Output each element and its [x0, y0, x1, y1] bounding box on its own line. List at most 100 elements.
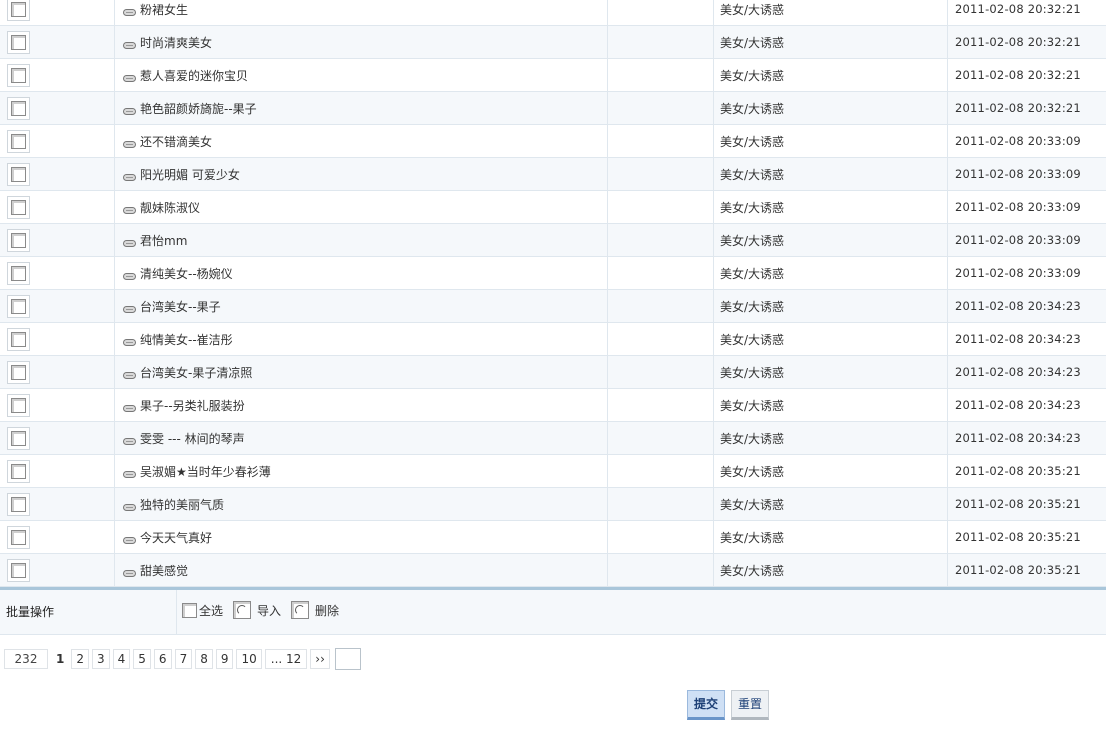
- category-cell: 美女/大诱惑: [713, 91, 948, 125]
- time-cell: 2011-02-08 20:33:09: [947, 124, 1106, 158]
- row-select-cell: [0, 256, 115, 290]
- row-checkbox-frame[interactable]: [7, 162, 30, 186]
- row-time: 2011-02-08 20:33:09: [955, 266, 1081, 280]
- row-title[interactable]: 独特的美丽气质: [140, 498, 224, 512]
- row-checkbox[interactable]: [11, 562, 26, 578]
- empty-cell: [607, 388, 714, 422]
- row-title[interactable]: 清纯美女--杨婉仪: [140, 267, 233, 281]
- row-title[interactable]: 君怡mm: [140, 234, 187, 248]
- row-checkbox[interactable]: [11, 463, 26, 479]
- row-checkbox-frame[interactable]: [7, 360, 30, 384]
- time-cell: 2011-02-08 20:35:21: [947, 487, 1106, 521]
- row-title[interactable]: 台湾美女--果子: [140, 300, 221, 314]
- row-title[interactable]: 艳色韶颜娇旖旎--果子: [140, 102, 257, 116]
- empty-cell: [607, 124, 714, 158]
- row-checkbox-frame[interactable]: [7, 426, 30, 450]
- table-row: 纯情美女--崔洁彤 美女/大诱惑 2011-02-08 20:34:23: [0, 322, 1106, 356]
- row-title[interactable]: 果子--另类礼服装扮: [140, 399, 245, 413]
- time-cell: 2011-02-08 20:33:09: [947, 223, 1106, 257]
- row-checkbox[interactable]: [11, 397, 26, 413]
- row-checkbox-frame[interactable]: [7, 228, 30, 252]
- row-checkbox[interactable]: [11, 265, 26, 281]
- row-checkbox[interactable]: [11, 298, 26, 314]
- row-checkbox-frame[interactable]: [7, 261, 30, 285]
- row-checkbox-frame[interactable]: [7, 0, 30, 21]
- time-cell: 2011-02-08 20:34:23: [947, 322, 1106, 356]
- row-title[interactable]: 甜美感觉: [140, 564, 188, 578]
- row-checkbox-frame[interactable]: [7, 459, 30, 483]
- reset-button[interactable]: 重置: [731, 690, 770, 720]
- row-checkbox[interactable]: [11, 199, 26, 215]
- row-title[interactable]: 台湾美女-果子清凉照: [140, 366, 252, 380]
- row-checkbox[interactable]: [11, 529, 26, 545]
- row-checkbox[interactable]: [11, 166, 26, 182]
- page-link[interactable]: 2: [71, 648, 89, 669]
- page-link[interactable]: 9: [215, 648, 234, 669]
- row-title[interactable]: 粉裙女生: [140, 3, 188, 17]
- page-link[interactable]: 3: [92, 648, 110, 669]
- row-title[interactable]: 靓妹陈淑仪: [140, 201, 200, 215]
- row-checkbox[interactable]: [11, 430, 26, 446]
- delete-option[interactable]: 删除: [291, 601, 339, 619]
- row-checkbox-frame[interactable]: [7, 525, 30, 549]
- row-title[interactable]: 今天天气真好: [140, 531, 212, 545]
- row-checkbox-frame[interactable]: [7, 63, 30, 87]
- table-row: 惹人喜爱的迷你宝贝 美女/大诱惑 2011-02-08 20:32:21: [0, 58, 1106, 92]
- category-cell: 美女/大诱惑: [713, 58, 948, 92]
- row-checkbox-frame[interactable]: [7, 294, 30, 318]
- row-checkbox[interactable]: [11, 496, 26, 512]
- page-link[interactable]: 4: [112, 648, 131, 669]
- row-category: 美女/大诱惑: [720, 464, 785, 479]
- import-radio[interactable]: [233, 601, 252, 619]
- title-cell: 今天天气真好: [114, 520, 608, 554]
- row-checkbox-frame[interactable]: [7, 558, 30, 582]
- category-cell: 美女/大诱惑: [713, 223, 948, 257]
- row-checkbox[interactable]: [11, 364, 26, 380]
- row-checkbox-frame[interactable]: [7, 327, 30, 351]
- page-link[interactable]: 7: [174, 648, 193, 669]
- row-title[interactable]: 纯情美女--崔洁彤: [140, 333, 233, 347]
- row-checkbox-frame[interactable]: [7, 393, 30, 417]
- row-checkbox[interactable]: [11, 133, 26, 149]
- row-title[interactable]: 还不错滴美女: [140, 135, 212, 149]
- row-checkbox-frame[interactable]: [7, 195, 30, 219]
- row-title[interactable]: 惹人喜爱的迷你宝贝: [140, 69, 248, 83]
- submit-button[interactable]: 提交: [687, 690, 726, 720]
- row-checkbox[interactable]: [11, 232, 26, 248]
- delete-radio[interactable]: [291, 601, 310, 619]
- select-all-checkbox[interactable]: [182, 602, 197, 618]
- page-jump-input[interactable]: [334, 648, 361, 670]
- row-checkbox[interactable]: [11, 34, 26, 50]
- title-cell: 时尚清爽美女: [114, 25, 608, 59]
- import-option[interactable]: 导入: [233, 601, 281, 619]
- row-checkbox-frame[interactable]: [7, 30, 30, 54]
- row-checkbox-frame[interactable]: [7, 492, 30, 516]
- title-cell: 君怡mm: [114, 223, 608, 257]
- row-checkbox[interactable]: [11, 67, 26, 83]
- row-checkbox[interactable]: [11, 100, 26, 116]
- time-cell: 2011-02-08 20:34:23: [947, 289, 1106, 323]
- row-title[interactable]: 吴淑媚★当时年少春衫薄: [140, 465, 271, 479]
- next-page-link[interactable]: ››: [310, 648, 330, 669]
- row-title[interactable]: 雯雯 --- 林间的琴声: [140, 432, 245, 446]
- table-row: 艳色韶颜娇旖旎--果子 美女/大诱惑 2011-02-08 20:32:21: [0, 91, 1106, 125]
- row-checkbox[interactable]: [11, 331, 26, 347]
- page-link[interactable]: 10: [236, 648, 262, 669]
- category-cell: 美女/大诱惑: [713, 454, 948, 488]
- row-checkbox[interactable]: [11, 1, 26, 17]
- title-cell: 独特的美丽气质: [114, 487, 608, 521]
- row-category: 美女/大诱惑: [720, 266, 785, 281]
- time-cell: 2011-02-08 20:35:21: [947, 553, 1106, 587]
- page-link[interactable]: 8: [195, 648, 213, 669]
- select-all-option[interactable]: 全选: [182, 602, 223, 619]
- select-all-label: 全选: [199, 603, 224, 618]
- page-link[interactable]: 6: [153, 648, 172, 669]
- row-title[interactable]: 阳光明媚 可爱少女: [140, 168, 240, 182]
- row-title[interactable]: 时尚清爽美女: [140, 36, 212, 50]
- empty-cell: [607, 553, 714, 587]
- last-page-link[interactable]: ... 12: [264, 648, 308, 669]
- current-page: 1: [52, 649, 69, 668]
- row-checkbox-frame[interactable]: [7, 96, 30, 120]
- row-checkbox-frame[interactable]: [7, 129, 30, 153]
- page-link[interactable]: 5: [133, 648, 151, 669]
